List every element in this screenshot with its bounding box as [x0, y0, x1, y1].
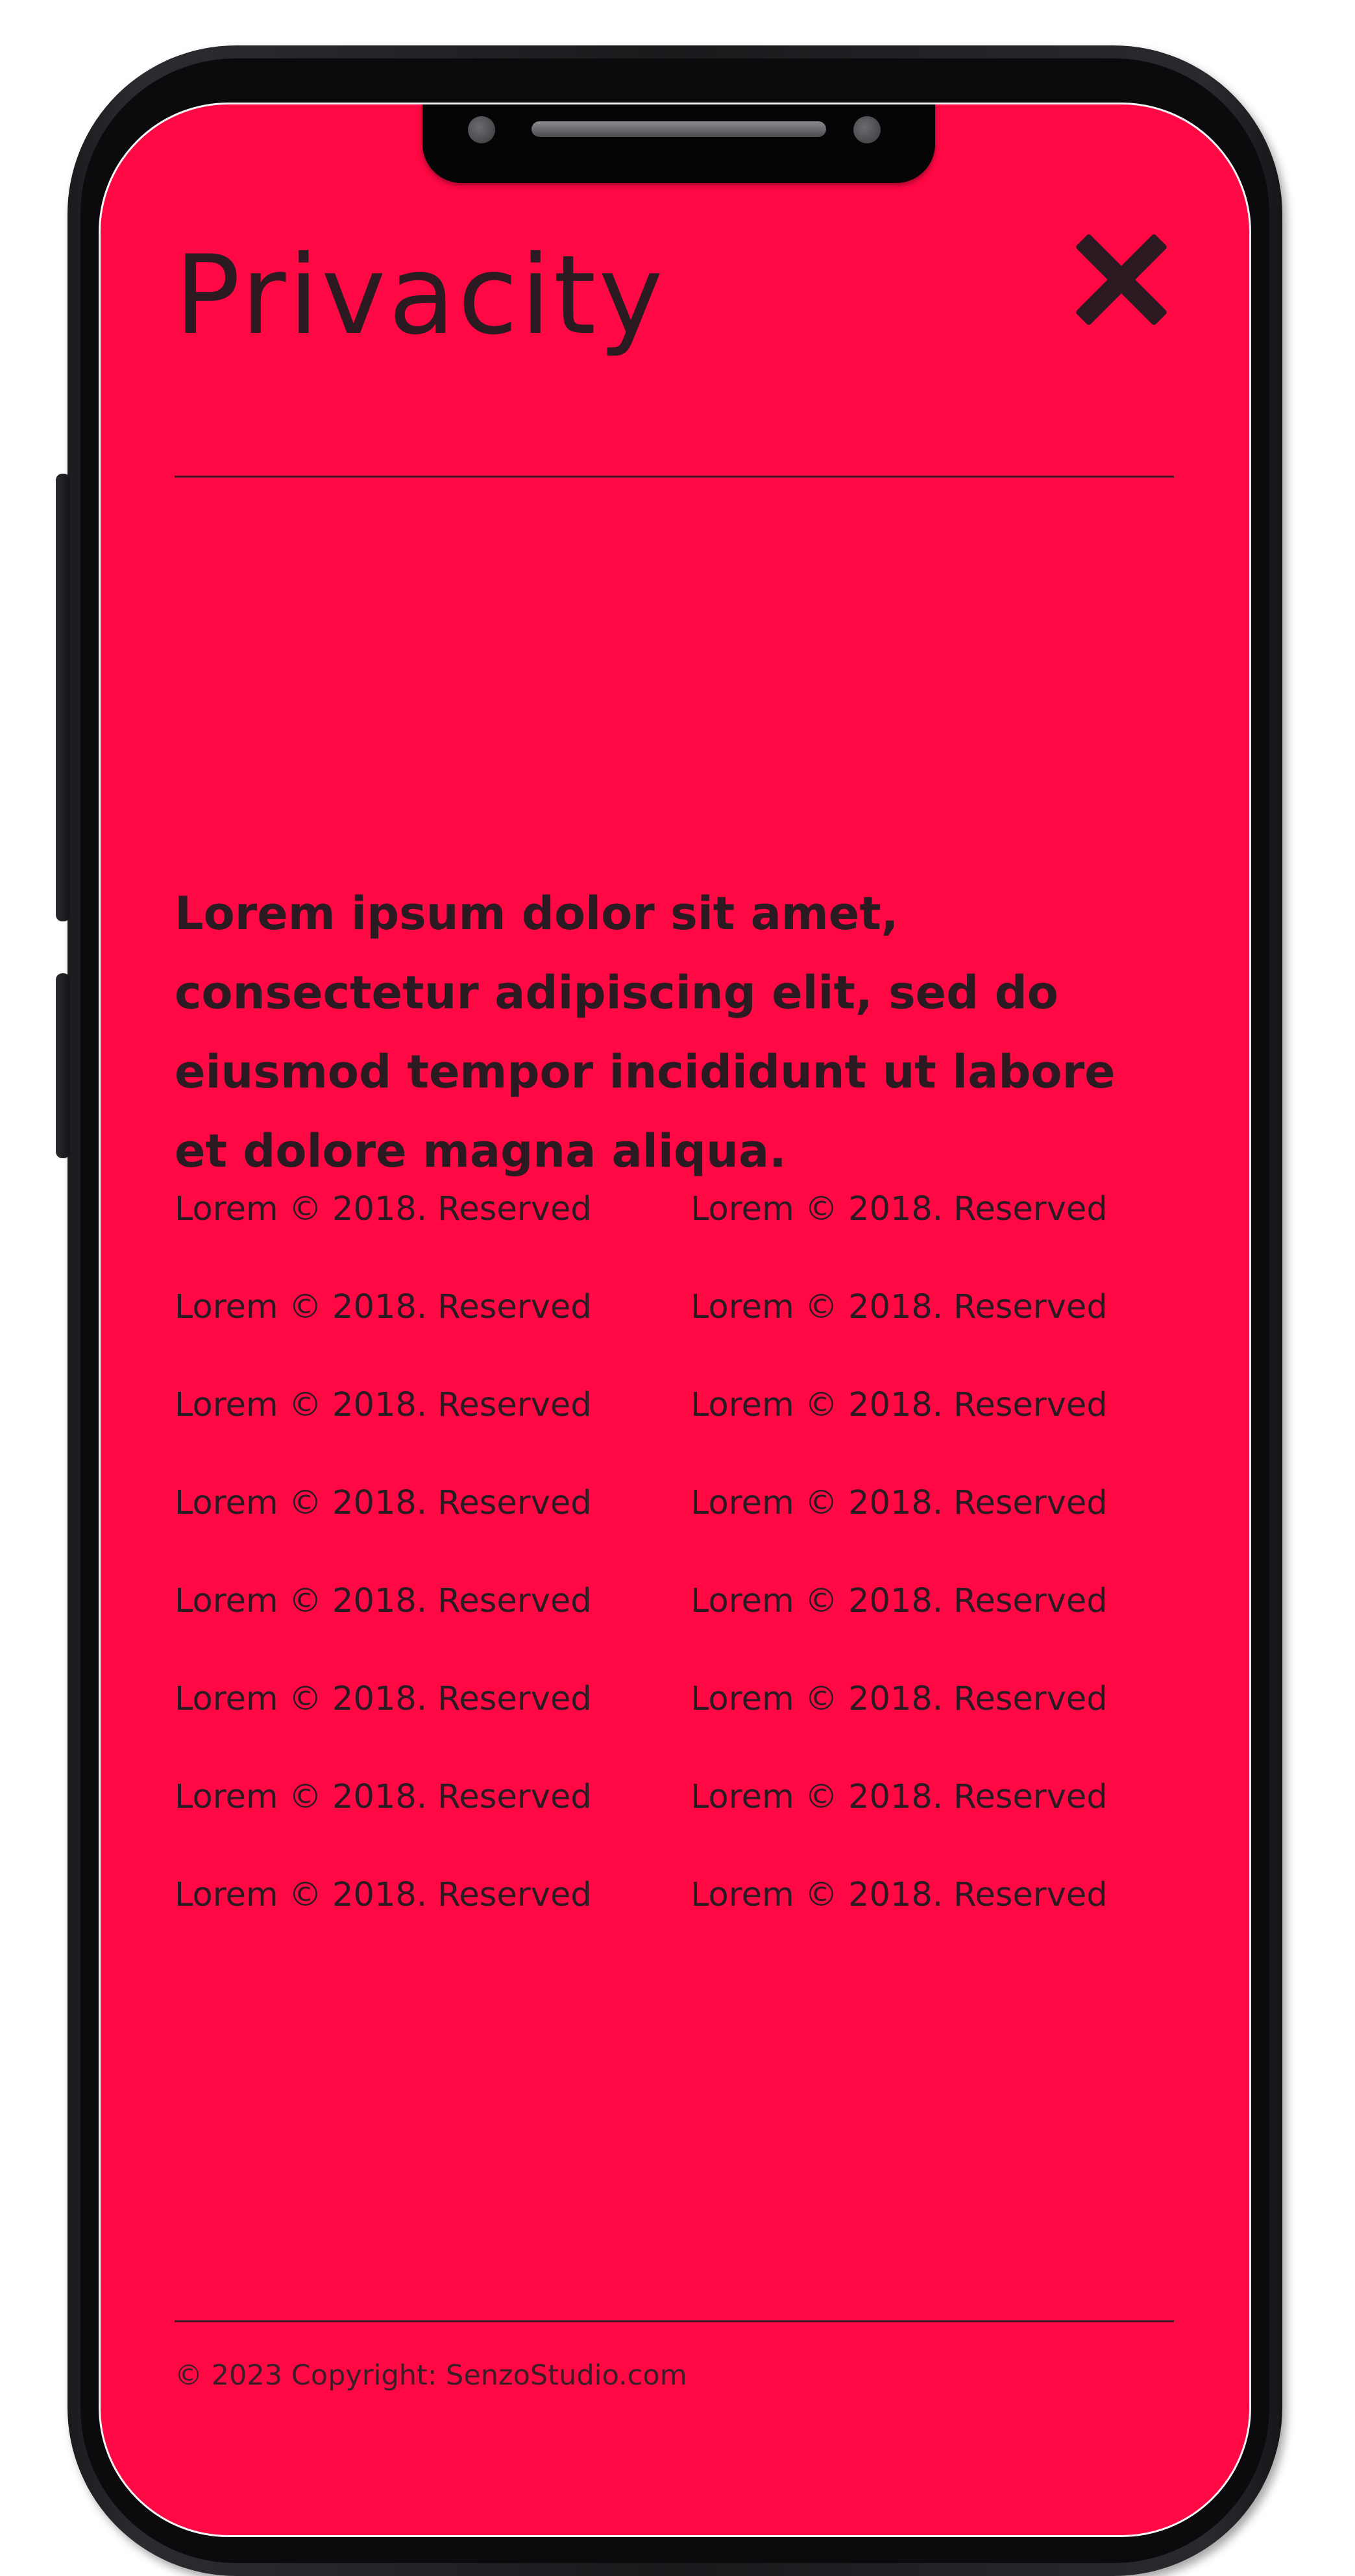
footer-links-grid: Lorem © 2018. Reserved Lorem © 2018. Res… — [175, 1185, 1200, 1969]
copyright-text: © 2023 Copyright: SenzoStudio.com — [175, 2359, 687, 2392]
front-camera-icon — [468, 116, 495, 143]
link-item[interactable]: Lorem © 2018. Reserved — [690, 1381, 1200, 1479]
link-item[interactable]: Lorem © 2018. Reserved — [690, 1773, 1200, 1871]
link-item[interactable]: Lorem © 2018. Reserved — [175, 1675, 690, 1773]
link-item[interactable]: Lorem © 2018. Reserved — [175, 1577, 690, 1675]
earpiece-speaker — [531, 121, 826, 137]
link-item[interactable]: Lorem © 2018. Reserved — [690, 1675, 1200, 1773]
link-item[interactable]: Lorem © 2018. Reserved — [690, 1871, 1200, 1969]
link-item[interactable]: Lorem © 2018. Reserved — [175, 1185, 690, 1283]
link-item[interactable]: Lorem © 2018. Reserved — [175, 1871, 690, 1969]
close-button[interactable] — [1069, 228, 1173, 332]
side-button-lower — [56, 973, 70, 1158]
link-item[interactable]: Lorem © 2018. Reserved — [175, 1381, 690, 1479]
link-item[interactable]: Lorem © 2018. Reserved — [175, 1479, 690, 1577]
intro-paragraph: Lorem ipsum dolor sit amet, consectetur … — [175, 887, 1116, 1178]
phone-notch — [422, 104, 935, 183]
sensor-icon — [853, 116, 881, 143]
page-title: Privacity — [175, 232, 666, 359]
link-item[interactable]: Lorem © 2018. Reserved — [690, 1185, 1200, 1283]
link-item[interactable]: Lorem © 2018. Reserved — [690, 1283, 1200, 1381]
link-item[interactable]: Lorem © 2018. Reserved — [175, 1283, 690, 1381]
link-item[interactable]: Lorem © 2018. Reserved — [175, 1773, 690, 1871]
side-button-upper — [56, 474, 70, 921]
header-divider — [175, 476, 1174, 478]
link-item[interactable]: Lorem © 2018. Reserved — [690, 1479, 1200, 1577]
privacy-screen: Privacity Lorem ipsum dolor sit amet, co… — [99, 103, 1251, 2537]
link-item[interactable]: Lorem © 2018. Reserved — [690, 1577, 1200, 1675]
footer-divider — [175, 2320, 1174, 2322]
